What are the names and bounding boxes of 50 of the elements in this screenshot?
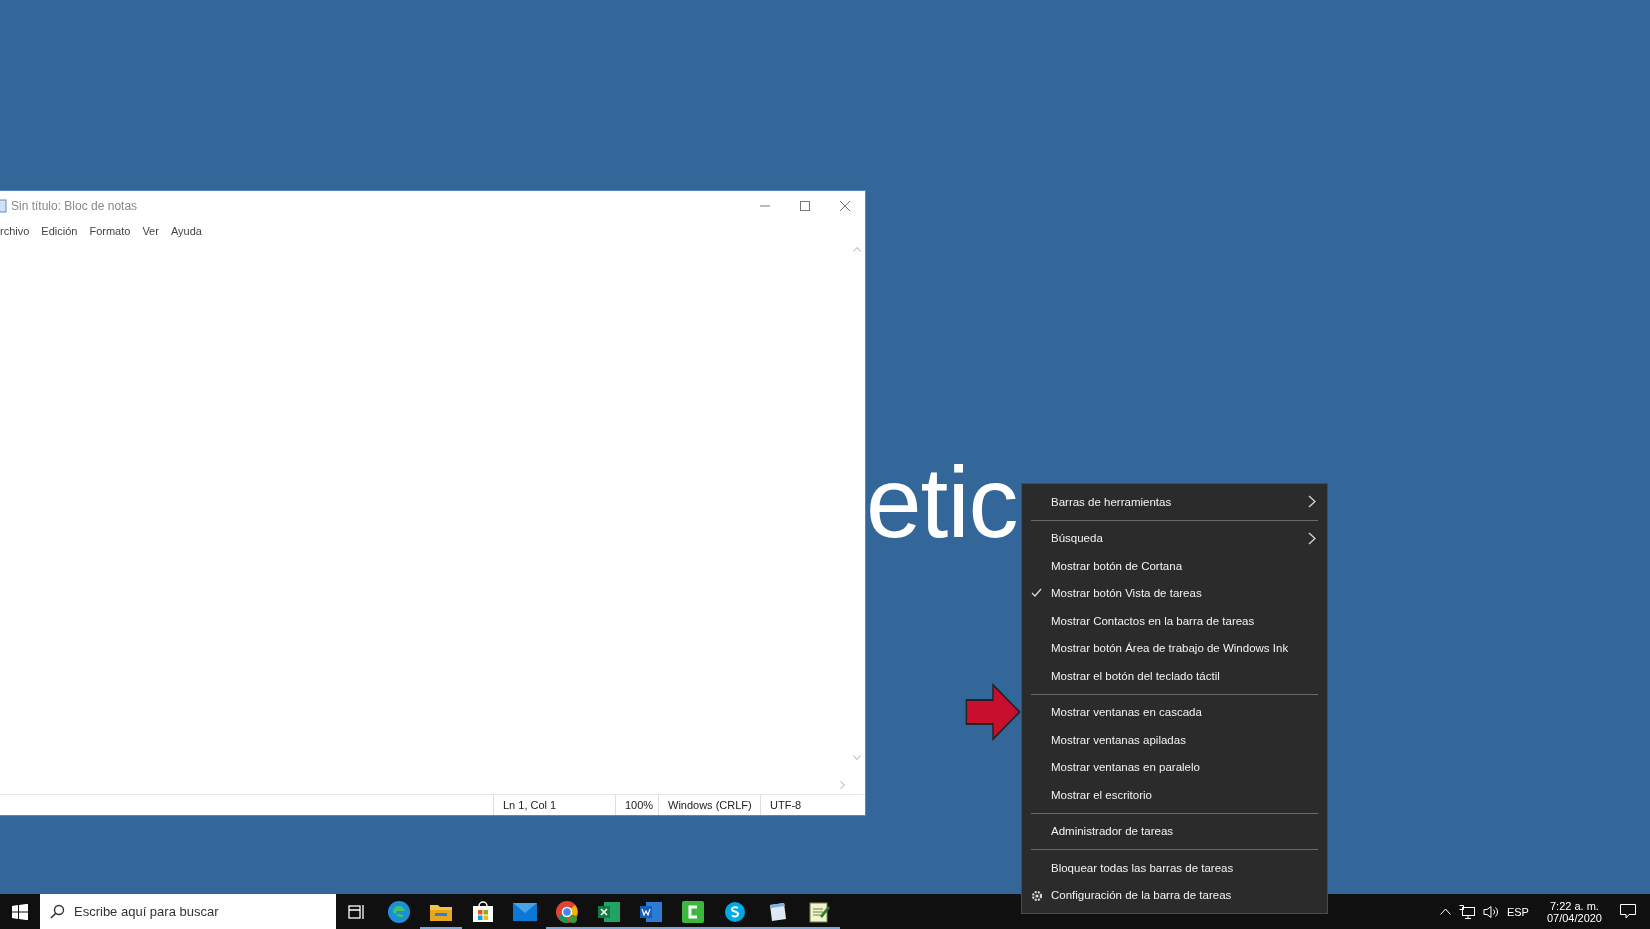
document-icon[interactable] (639, 900, 663, 923)
status-bar-text: UTF-8 (760, 795, 865, 815)
menu-item[interactable]: Mostrar botón de Cortana (1022, 552, 1327, 580)
status-bar-text: Windows (CRLF) (658, 795, 760, 815)
task-view-icon[interactable] (348, 903, 366, 920)
menu-bar-item[interactable]: Edición (41, 225, 78, 237)
menu-item[interactable]: Mostrar ventanas apiladas (1022, 726, 1327, 754)
menu-item[interactable]: Barras de herramientas (1022, 488, 1327, 516)
status-bar-text: 100% (615, 795, 658, 815)
chevron-right-icon (1308, 495, 1316, 508)
menu-bar-item[interactable]: Ayuda (170, 225, 202, 237)
menu-item[interactable]: Mostrar ventanas en paralelo (1022, 753, 1327, 781)
menu-item[interactable]: Búsqueda (1022, 524, 1327, 552)
close-icon (840, 201, 850, 211)
menu-bar-item[interactable]: Formato (89, 225, 131, 237)
chat-icon[interactable] (724, 900, 746, 923)
browser-icon[interactable] (387, 899, 411, 924)
menu-bar-item[interactable]: Ver (142, 225, 159, 237)
menu-item[interactable]: Mostrar el escritorio (1022, 781, 1327, 809)
browser-icon[interactable] (555, 899, 579, 924)
menu-item[interactable]: Mostrar ventanas en cascada (1022, 698, 1327, 726)
chevron-up-icon[interactable] (1439, 908, 1451, 915)
notification-icon[interactable] (1620, 904, 1636, 919)
clock-date[interactable]: 07/04/2020 (1546, 911, 1602, 924)
menu-item[interactable]: Mostrar Contactos en la barra de tareas (1022, 607, 1327, 635)
menu-bar-item[interactable]: rchivo (0, 225, 30, 237)
search-field[interactable]: Escribe aquí para buscar (40, 894, 336, 929)
window-title: Sin título: Bloc de notas (11, 199, 139, 213)
wallpaper-text: etic (866, 452, 1018, 552)
maximize-icon (800, 201, 810, 211)
speaker-icon[interactable] (1482, 904, 1499, 919)
shopping-bag-icon[interactable] (472, 900, 494, 923)
spreadsheet-icon[interactable] (597, 900, 621, 923)
notepad-icon (0, 199, 7, 213)
menu-item[interactable]: Administrador de tareas (1022, 817, 1327, 845)
menu-item[interactable]: Mostrar botón Área de trabajo de Windows Ink (1022, 634, 1327, 662)
notepad-icon[interactable] (808, 900, 830, 923)
network-icon[interactable] (1458, 904, 1475, 919)
chevron-right-icon (1308, 531, 1316, 545)
envelope-icon[interactable] (513, 902, 537, 921)
status-bar-text: Ln 1, Col 1 (493, 795, 615, 815)
menu-item[interactable]: Mostrar botón Vista de tareas (1022, 579, 1327, 607)
menu-item[interactable]: Bloquear todas las barras de tareas (1022, 854, 1327, 882)
menu-item[interactable]: Configuración de la barra de tareas (1022, 881, 1327, 909)
clock-time[interactable]: 7:22 a. m. (1550, 899, 1599, 912)
app-icon[interactable] (682, 900, 704, 923)
windows-icon (12, 903, 28, 920)
menu-item[interactable]: Mostrar el botón del teclado táctil (1022, 662, 1327, 690)
settings-icon (1031, 889, 1043, 902)
language-indicator[interactable]: ESP (1506, 905, 1529, 918)
